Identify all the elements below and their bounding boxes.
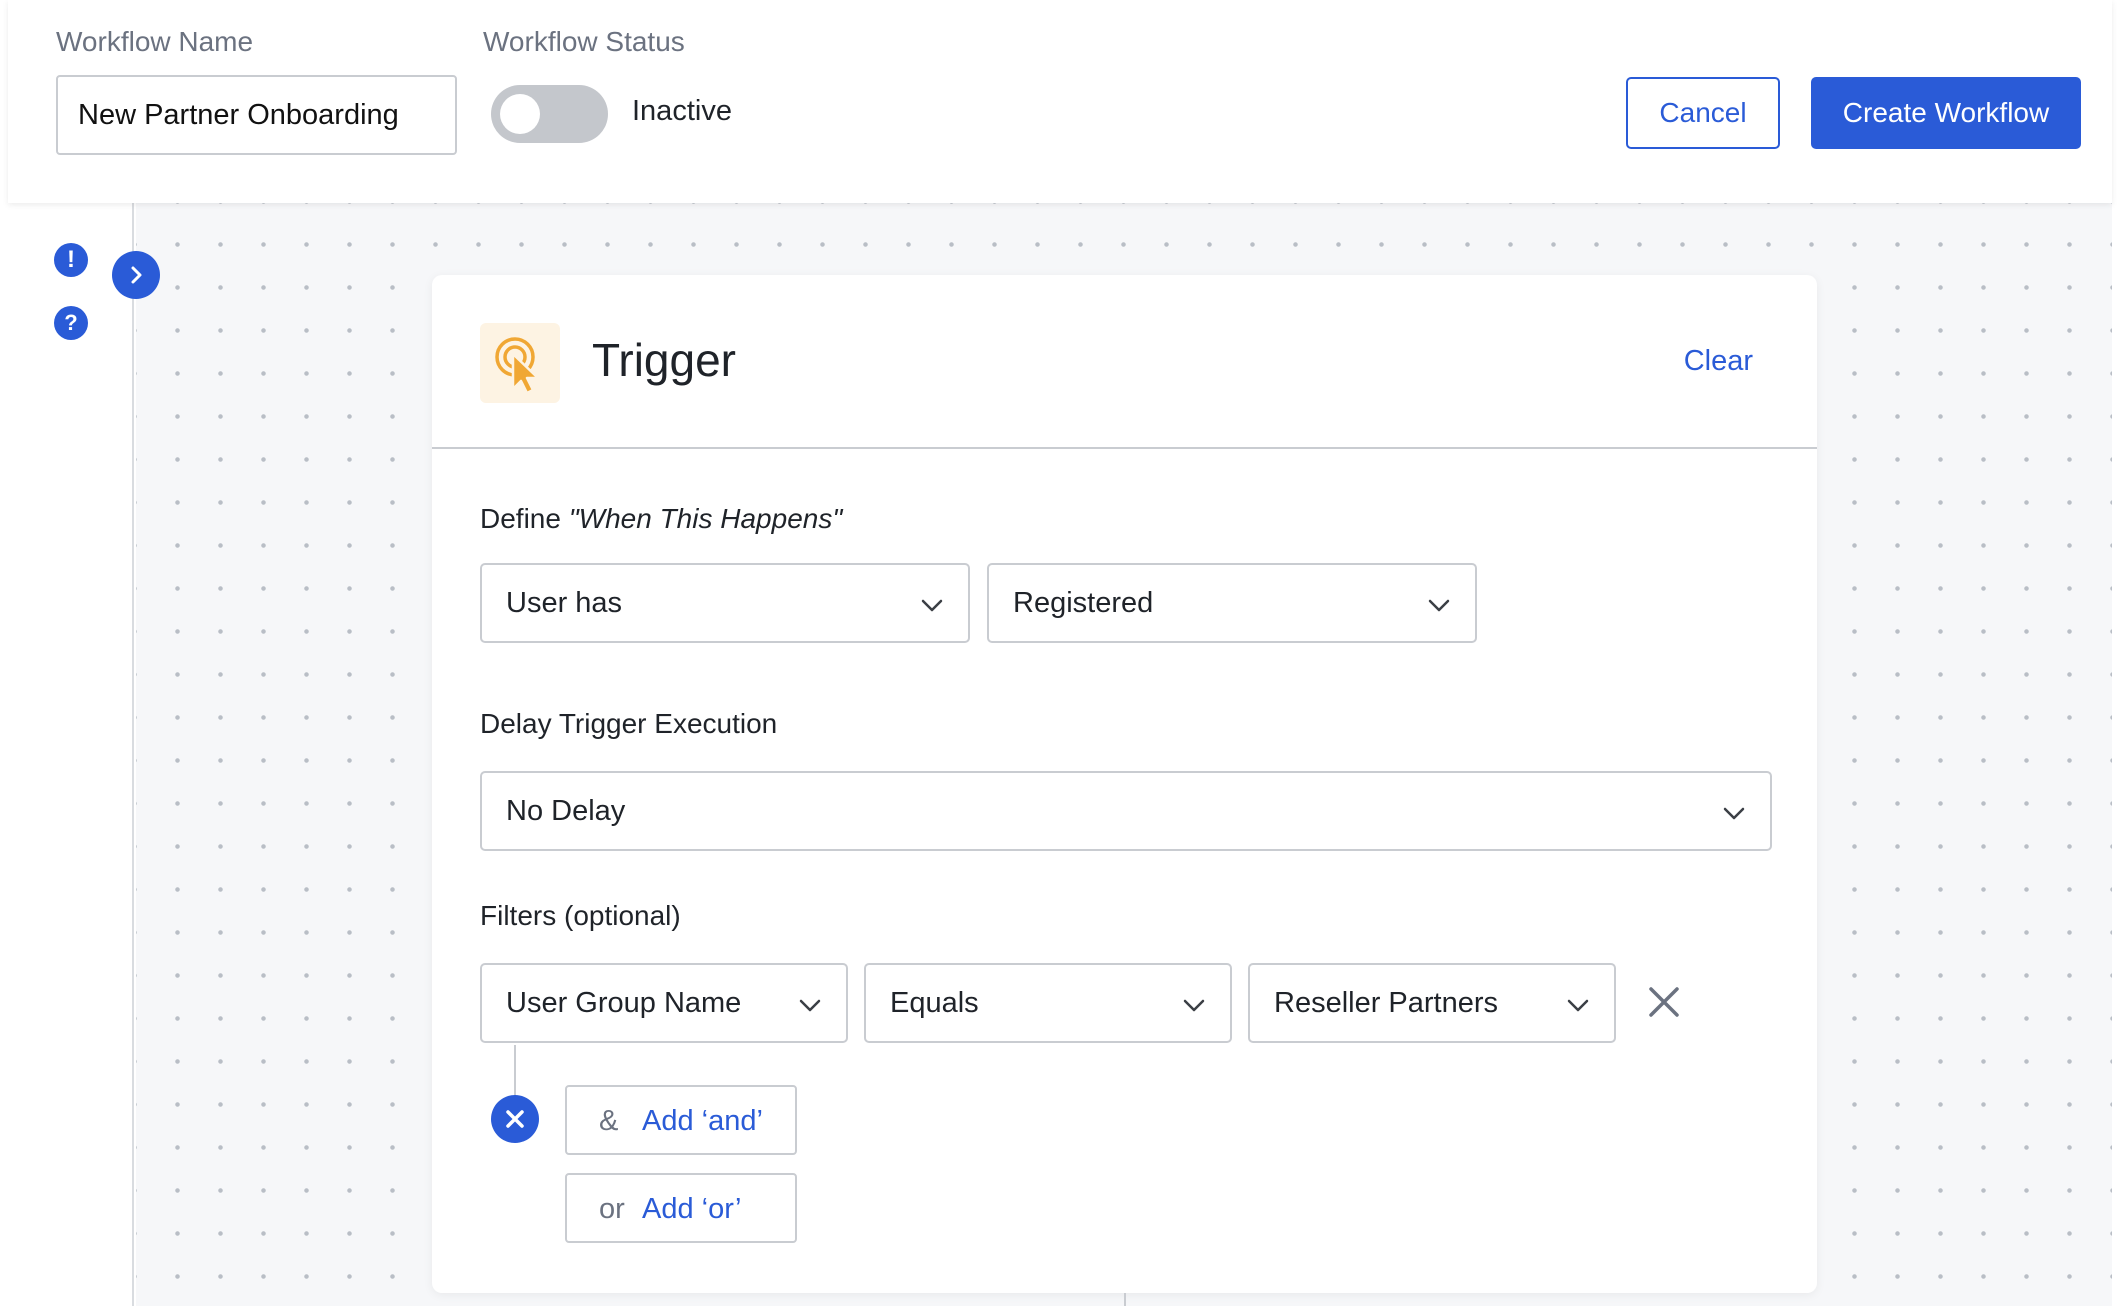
exclamation-icon[interactable]: ! [54, 243, 88, 277]
remove-filter-icon[interactable] [1644, 982, 1684, 1022]
workflow-status-label: Workflow Status [483, 26, 685, 57]
filters-label: Filters (optional) [480, 900, 681, 931]
clear-link[interactable]: Clear [1684, 345, 1753, 378]
chevron-down-icon [1723, 807, 1745, 820]
event-select-value: Registered [1013, 587, 1154, 619]
chevron-down-icon [1567, 999, 1589, 1012]
define-label: Define "When This Happens" [480, 503, 842, 535]
workflow-header: Workflow Name Workflow Status Inactive C… [8, 0, 2112, 203]
chevron-down-icon [1428, 599, 1450, 612]
chevron-down-icon [799, 999, 821, 1012]
subject-select[interactable]: User has [480, 563, 970, 643]
trigger-card-header: Trigger Clear [432, 275, 1817, 449]
close-circle-icon[interactable] [491, 1095, 539, 1143]
add-or-label: Add ‘or’ [642, 1193, 742, 1225]
delay-select[interactable]: No Delay [480, 771, 1772, 851]
define-label-emphasis: "When This Happens" [568, 503, 843, 534]
add-and-button[interactable]: & Add ‘and’ [565, 1085, 797, 1155]
workflow-name-label: Workflow Name [56, 26, 254, 57]
workflow-status-toggle[interactable] [491, 85, 608, 143]
chevron-down-icon [1183, 999, 1205, 1012]
card-connector-line [1124, 1293, 1126, 1306]
delay-label: Delay Trigger Execution [480, 708, 778, 739]
or-symbol: or [599, 1193, 625, 1225]
delay-select-value: No Delay [506, 795, 626, 827]
trigger-card: Trigger Clear Define "When This Happens"… [432, 275, 1817, 1293]
add-or-button[interactable]: or Add ‘or’ [565, 1173, 797, 1243]
chevron-right-icon[interactable] [112, 251, 160, 299]
event-select[interactable]: Registered [987, 563, 1477, 643]
chevron-down-icon [921, 599, 943, 612]
toggle-knob [500, 94, 540, 134]
define-label-prefix: Define [480, 503, 569, 534]
filter-field-select[interactable]: User Group Name [480, 963, 848, 1043]
question-icon[interactable]: ? [54, 306, 88, 340]
left-rail: ! ? [0, 203, 134, 1306]
cursor-click-icon [480, 323, 560, 403]
cancel-button[interactable]: Cancel [1626, 77, 1780, 149]
filter-operator-value: Equals [890, 987, 979, 1019]
workflow-name-input[interactable] [56, 75, 457, 155]
filter-value-select[interactable]: Reseller Partners [1248, 963, 1616, 1043]
filter-field-value: User Group Name [506, 987, 742, 1019]
trigger-title: Trigger [592, 334, 736, 386]
add-and-label: Add ‘and’ [642, 1105, 763, 1137]
subject-select-value: User has [506, 587, 623, 619]
create-workflow-button[interactable]: Create Workflow [1811, 77, 2081, 149]
filter-operator-select[interactable]: Equals [864, 963, 1232, 1043]
workflow-status-text: Inactive [632, 95, 732, 127]
filter-value-value: Reseller Partners [1274, 987, 1499, 1019]
and-symbol: & [599, 1105, 619, 1137]
